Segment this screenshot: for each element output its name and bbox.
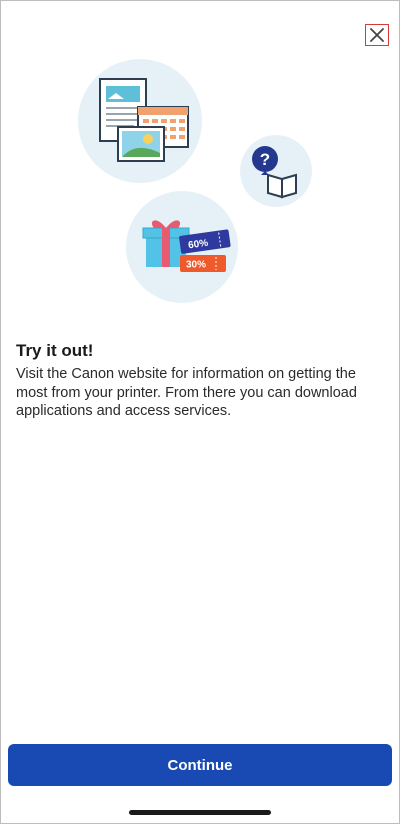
close-icon [370, 28, 384, 42]
gift-discount-icon: 60% 30% [142, 220, 231, 272]
description-text: Visit the Canon website for information … [16, 366, 357, 419]
documents-icon [99, 78, 189, 162]
continue-button[interactable]: Continue [8, 744, 392, 786]
help-question-mark: ? [260, 150, 270, 169]
help-book-icon: ? [252, 146, 297, 199]
home-indicator[interactable] [129, 810, 271, 815]
page-title: Try it out! [16, 341, 94, 360]
discount-tag-30: 30% [186, 260, 206, 271]
hero-illustration: ? 60% 30% [70, 55, 330, 315]
close-button[interactable] [365, 24, 389, 46]
